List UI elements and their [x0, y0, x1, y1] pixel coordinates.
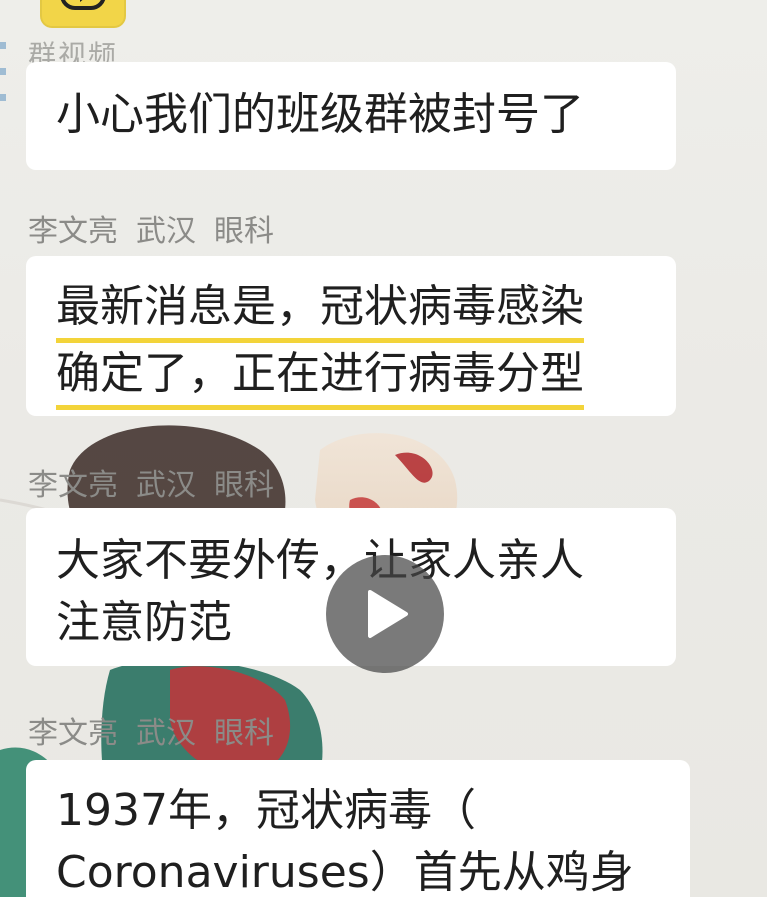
play-icon — [368, 590, 408, 638]
message-text-line: 小心我们的班级群被封号了 — [56, 89, 584, 140]
sender-name: 李文亮 — [28, 716, 118, 751]
message-sender: 李文亮 武汉 眼科 — [28, 708, 292, 752]
sender-dept: 眼科 — [214, 716, 274, 751]
edge-markers — [0, 42, 6, 120]
message-text-line: 1937年，冠状病毒（ — [56, 785, 476, 836]
message-bubble[interactable]: 小心我们的班级群被封号了 — [26, 62, 676, 170]
sender-city: 武汉 — [136, 214, 196, 249]
sender-name: 李文亮 — [28, 214, 118, 249]
sender-name: 李文亮 — [28, 468, 118, 503]
message-sender: 李文亮 武汉 眼科 — [28, 460, 292, 504]
video-app-icon[interactable] — [40, 0, 126, 28]
sender-dept: 眼科 — [214, 468, 274, 503]
sender-dept: 眼科 — [214, 214, 274, 249]
message-sender: 李文亮 武汉 眼科 — [28, 206, 292, 250]
video-frame: 群视频 小心我们的班级群被封号了 李文亮 武汉 眼科 最新消息是，冠状病毒感染 … — [0, 0, 767, 897]
message-text-line: Coronaviruses）首先从鸡身 — [56, 847, 634, 897]
message-bubble-highlighted[interactable]: 最新消息是，冠状病毒感染 确定了，正在进行病毒分型 — [26, 256, 676, 416]
sender-city: 武汉 — [136, 468, 196, 503]
highlighted-text-line: 最新消息是，冠状病毒感染 — [56, 278, 584, 343]
video-camera-icon — [60, 0, 106, 10]
sender-city: 武汉 — [136, 716, 196, 751]
highlighted-text-line: 确定了，正在进行病毒分型 — [56, 345, 584, 410]
play-button[interactable] — [326, 555, 444, 673]
message-bubble[interactable]: 1937年，冠状病毒（ Coronaviruses）首先从鸡身 — [26, 760, 690, 897]
